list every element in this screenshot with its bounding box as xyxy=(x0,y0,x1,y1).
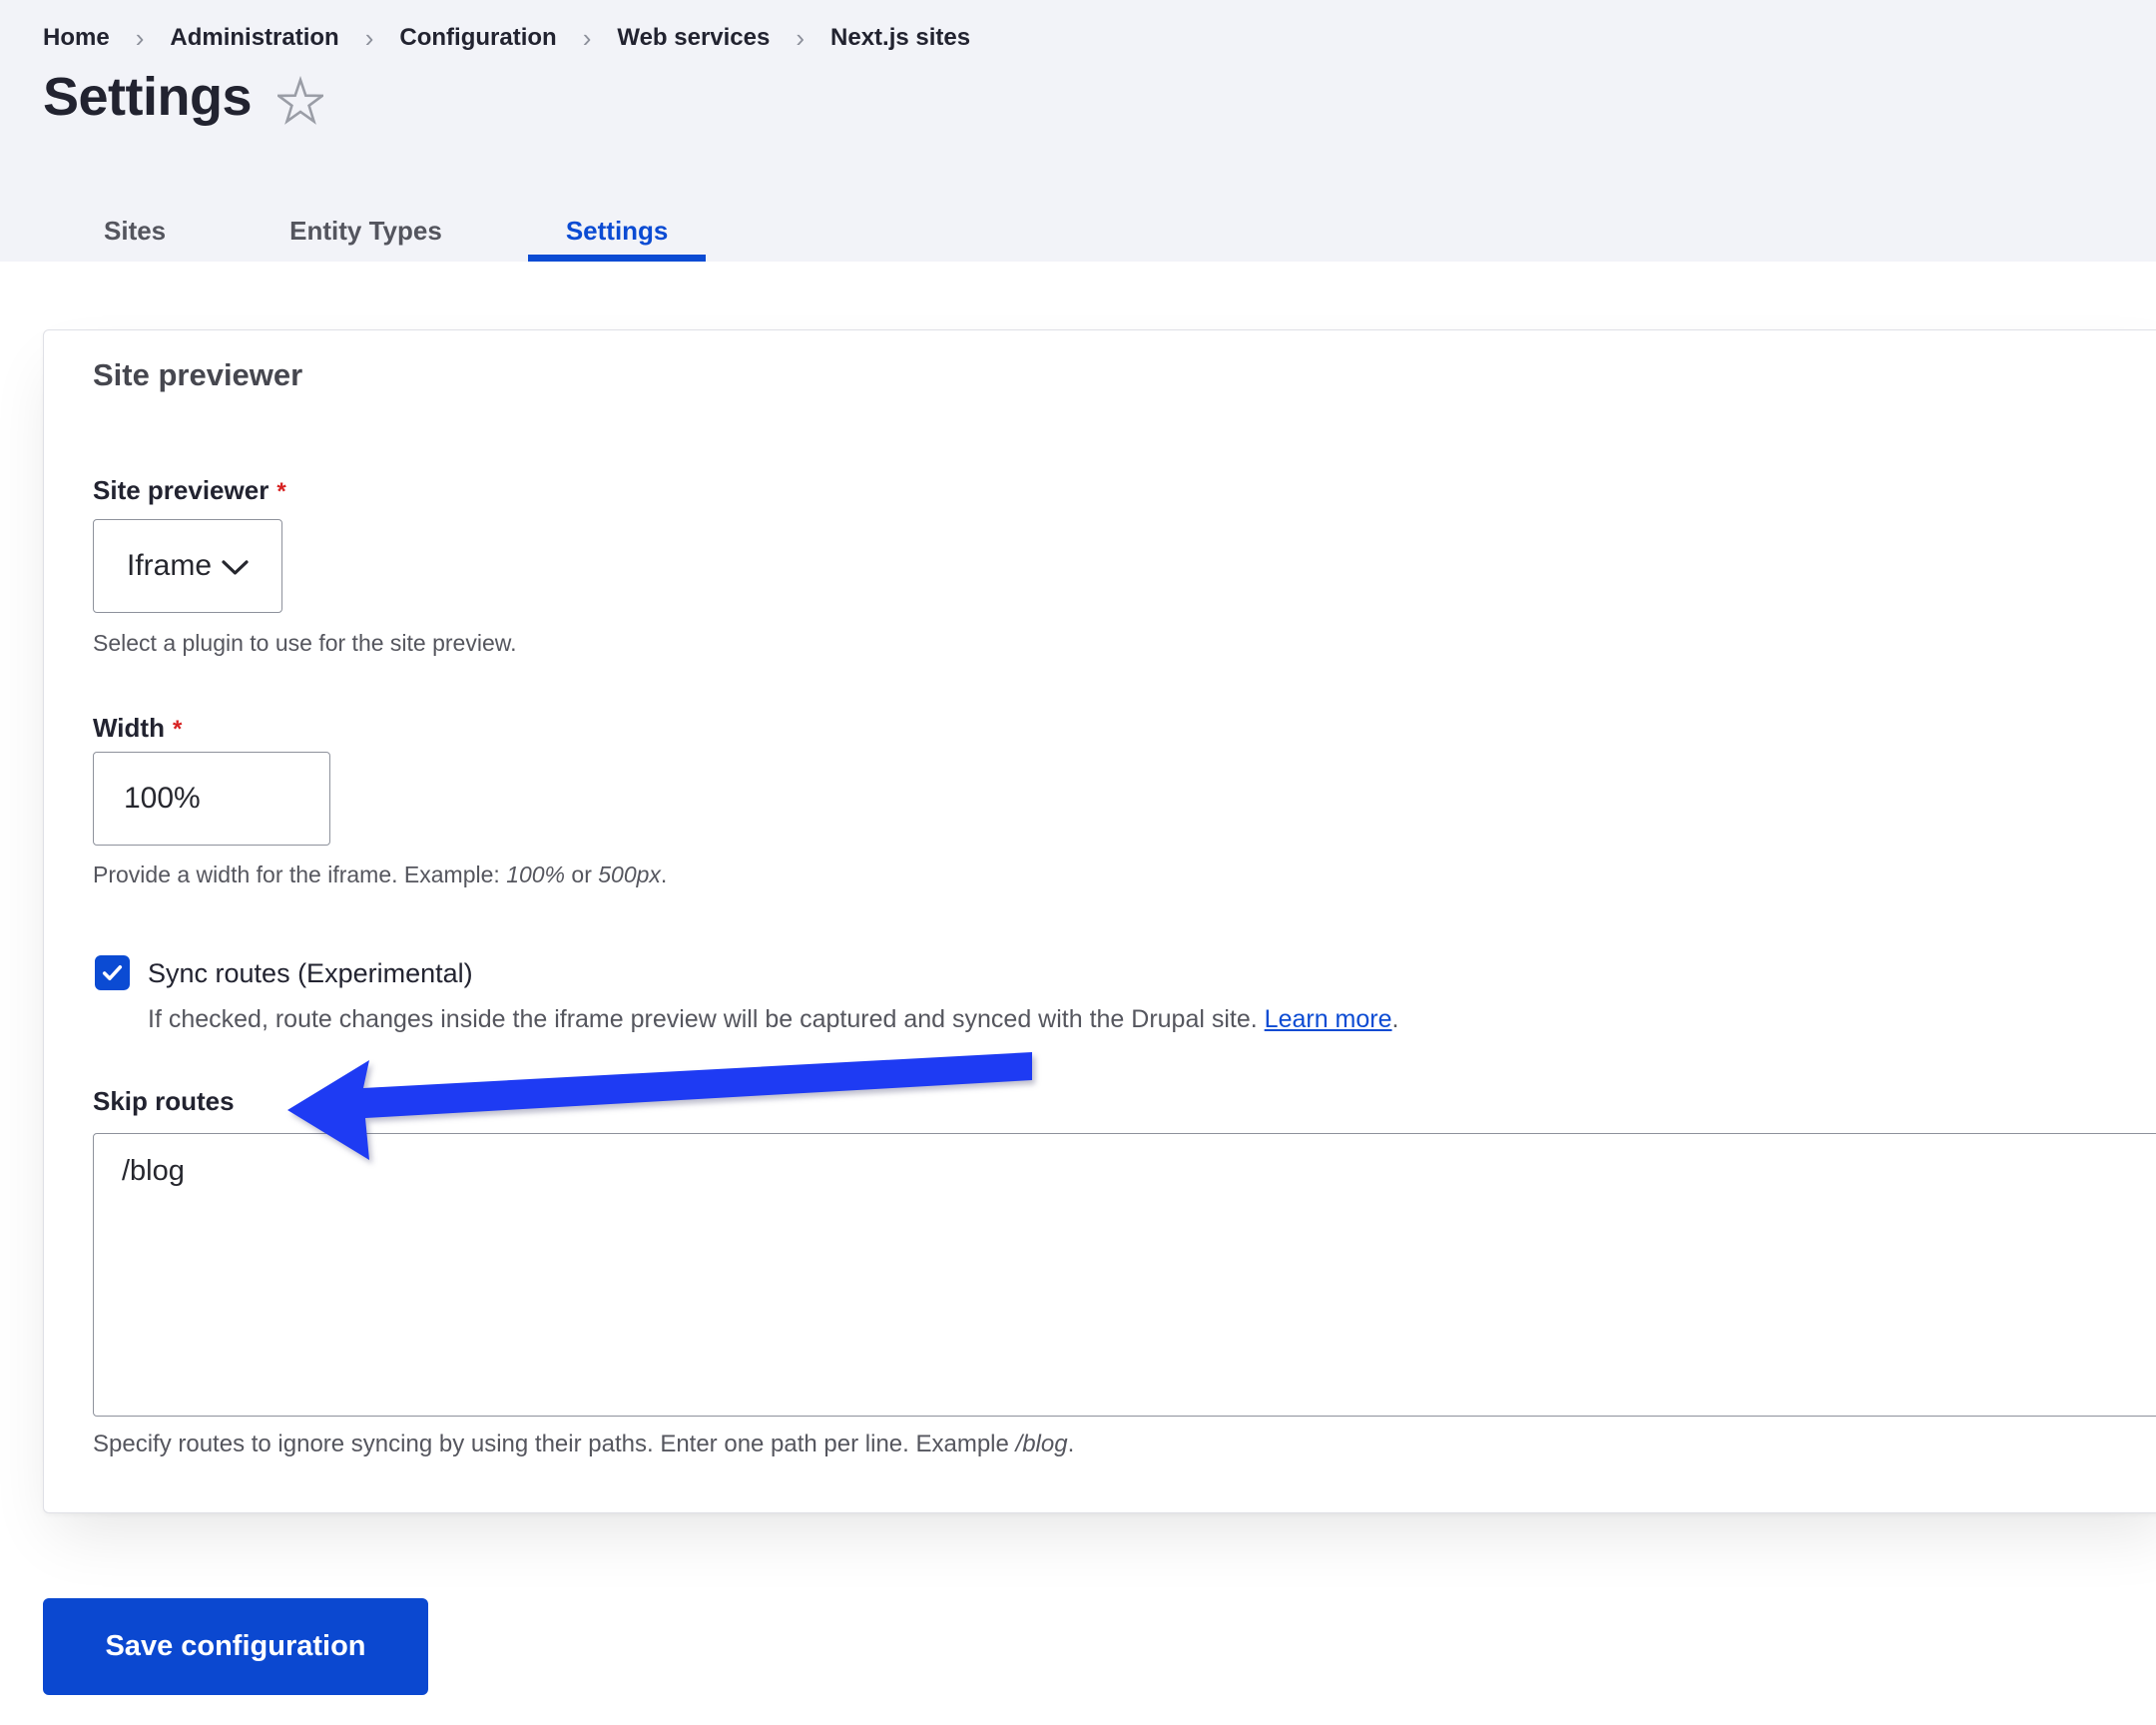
required-asterisk: * xyxy=(173,716,182,743)
skip-routes-label: Skip routes xyxy=(93,1083,235,1119)
skip-routes-description: Specify routes to ignore syncing by usin… xyxy=(93,1427,1074,1462)
breadcrumb-item-configuration[interactable]: Configuration xyxy=(399,22,556,54)
width-description: Provide a width for the iframe. Example:… xyxy=(93,858,667,891)
favorite-star-icon[interactable] xyxy=(277,76,323,126)
breadcrumb-separator: › xyxy=(796,22,805,54)
sync-routes-label[interactable]: Sync routes (Experimental) xyxy=(148,949,473,997)
breadcrumb-item-home[interactable]: Home xyxy=(43,22,110,54)
breadcrumb-item-nextjs-sites: Next.js sites xyxy=(830,22,970,54)
breadcrumb-separator: › xyxy=(583,22,592,54)
sync-routes-description: If checked, route changes inside the ifr… xyxy=(148,997,1398,1041)
save-configuration-button[interactable]: Save configuration xyxy=(43,1598,428,1695)
select-value: Iframe xyxy=(127,549,212,583)
page-header: Home › Administration › Configuration › … xyxy=(0,0,2156,262)
tab-sites[interactable]: Sites xyxy=(66,207,204,262)
width-label: Width* xyxy=(93,710,182,748)
chevron-down-icon xyxy=(222,560,249,576)
sync-routes-checkbox[interactable] xyxy=(95,955,130,990)
page-title: Settings xyxy=(43,64,252,130)
required-asterisk: * xyxy=(276,478,285,505)
tab-settings[interactable]: Settings xyxy=(528,207,707,262)
breadcrumb: Home › Administration › Configuration › … xyxy=(43,22,970,54)
tab-entity-types[interactable]: Entity Types xyxy=(252,207,480,262)
breadcrumb-separator: › xyxy=(136,22,145,54)
settings-form-card: Site previewer Site previewer* Iframe Se… xyxy=(43,329,2156,1513)
tab-bar: Sites Entity Types Settings xyxy=(66,207,706,262)
site-previewer-select[interactable]: Iframe xyxy=(93,519,282,613)
breadcrumb-separator: › xyxy=(365,22,374,54)
site-previewer-description: Select a plugin to use for the site prev… xyxy=(93,626,516,660)
skip-routes-textarea[interactable]: /blog xyxy=(93,1133,2156,1417)
site-previewer-label: Site previewer* xyxy=(93,472,286,510)
width-input[interactable] xyxy=(93,752,330,846)
breadcrumb-item-administration[interactable]: Administration xyxy=(170,22,338,54)
learn-more-link[interactable]: Learn more xyxy=(1265,1005,1392,1033)
breadcrumb-item-web-services[interactable]: Web services xyxy=(617,22,770,54)
section-heading-site-previewer: Site previewer xyxy=(93,354,302,396)
checkbox-check-icon xyxy=(100,960,125,985)
